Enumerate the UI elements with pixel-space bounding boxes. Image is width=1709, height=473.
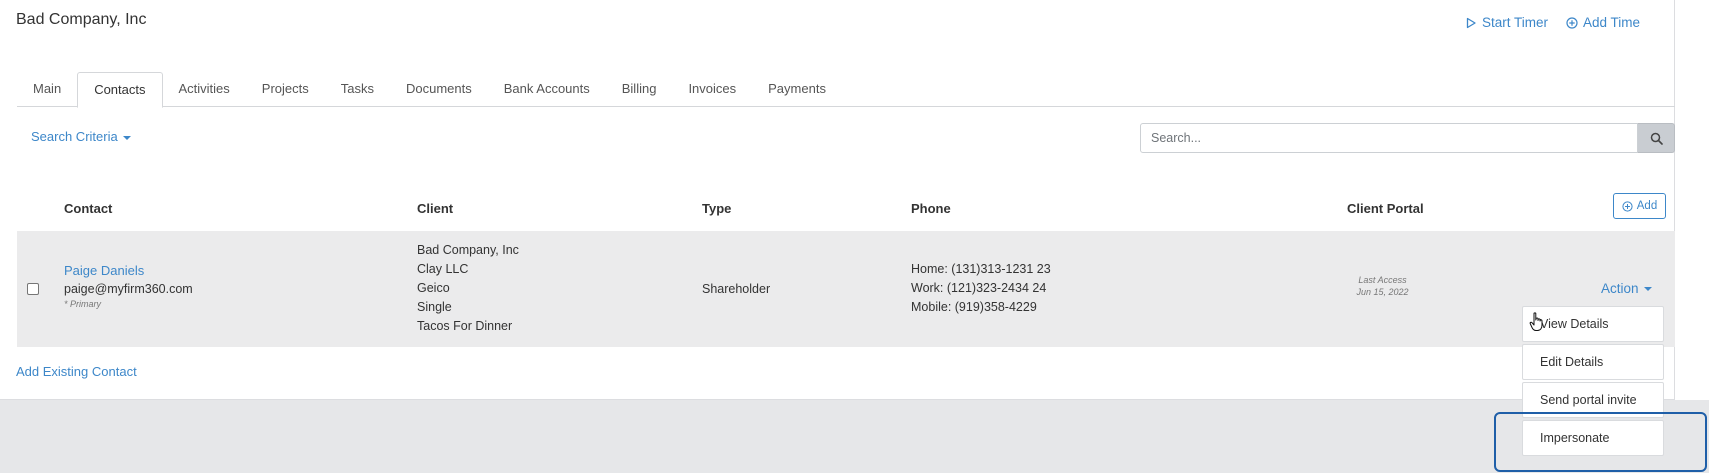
action-dropdown[interactable]: Action bbox=[1601, 281, 1652, 296]
tab-activities[interactable]: Activities bbox=[163, 72, 246, 107]
last-access-label: Last Access bbox=[1358, 275, 1407, 285]
start-timer-link[interactable]: Start Timer bbox=[1465, 15, 1548, 30]
tab-documents[interactable]: Documents bbox=[390, 72, 488, 107]
tab-payments[interactable]: Payments bbox=[752, 72, 842, 107]
search-criteria-dropdown[interactable]: Search Criteria bbox=[31, 129, 131, 144]
menu-item-edit-details[interactable]: Edit Details bbox=[1522, 344, 1664, 380]
footer-band bbox=[0, 400, 1709, 473]
plus-circle-icon bbox=[1622, 200, 1633, 212]
tab-contacts[interactable]: Contacts bbox=[77, 72, 163, 108]
row-select-checkbox[interactable] bbox=[27, 283, 39, 295]
phone-mobile: Mobile: (919)358-4229 bbox=[911, 300, 1037, 314]
search-icon bbox=[1650, 132, 1663, 145]
tab-projects[interactable]: Projects bbox=[246, 72, 325, 107]
client-cell: Bad Company, Inc Clay LLC Geico Single T… bbox=[417, 241, 519, 336]
page-title: Bad Company, Inc bbox=[16, 11, 147, 28]
column-header-client-portal: Client Portal bbox=[1347, 201, 1424, 216]
column-header-phone: Phone bbox=[911, 201, 951, 216]
add-time-link[interactable]: Add Time bbox=[1566, 15, 1640, 30]
column-header-contact: Contact bbox=[64, 201, 113, 216]
add-existing-contact-link[interactable]: Add Existing Contact bbox=[16, 364, 137, 379]
tab-tasks[interactable]: Tasks bbox=[325, 72, 390, 107]
client-name: Geico bbox=[417, 281, 450, 295]
client-name: Bad Company, Inc bbox=[417, 243, 519, 257]
tab-bar: Main Contacts Activities Projects Tasks … bbox=[17, 72, 1675, 108]
client-portal-cell: Last Access Jun 15, 2022 bbox=[1340, 275, 1425, 297]
client-name: Tacos For Dinner bbox=[417, 319, 513, 333]
plus-circle-icon bbox=[1566, 16, 1578, 29]
tab-invoices[interactable]: Invoices bbox=[672, 72, 752, 107]
action-label: Action bbox=[1601, 281, 1639, 296]
phone-work: Work: (121)323-2434 24 bbox=[911, 281, 1047, 295]
search-criteria-label: Search Criteria bbox=[31, 129, 118, 144]
client-name: Clay LLC bbox=[417, 262, 469, 276]
caret-down-icon bbox=[122, 135, 131, 140]
contact-email: paige@myfirm360.com bbox=[64, 282, 193, 296]
primary-badge: * Primary bbox=[64, 299, 102, 309]
phone-home: Home: (131)313-1231 23 bbox=[911, 262, 1051, 276]
last-access-date: Jun 15, 2022 bbox=[1356, 287, 1409, 297]
client-name: Single bbox=[417, 300, 452, 314]
hand-cursor-icon bbox=[1529, 312, 1543, 331]
contact-cell: Paige Daniels paige@myfirm360.com * Prim… bbox=[64, 263, 193, 309]
top-actions: Start Timer Add Time bbox=[1465, 15, 1640, 30]
phone-cell: Home: (131)313-1231 23 Work: (121)323-24… bbox=[911, 260, 1051, 317]
add-contact-label: Add bbox=[1636, 200, 1658, 212]
contact-type: Shareholder bbox=[702, 282, 771, 296]
contacts-panel: Bad Company, Inc Start Timer Add Time Ma… bbox=[0, 0, 1675, 400]
add-contact-button[interactable]: Add bbox=[1613, 193, 1666, 219]
start-timer-label: Start Timer bbox=[1481, 15, 1548, 30]
column-header-type: Type bbox=[702, 201, 732, 216]
contact-name-link[interactable]: Paige Daniels bbox=[64, 263, 193, 278]
search-bar bbox=[1140, 123, 1675, 153]
search-input[interactable] bbox=[1140, 123, 1638, 153]
play-icon bbox=[1466, 17, 1476, 28]
impersonate-highlight bbox=[1494, 412, 1707, 472]
column-header-client: Client bbox=[417, 201, 454, 216]
table-row bbox=[17, 231, 1675, 347]
tab-main[interactable]: Main bbox=[17, 72, 77, 107]
search-button[interactable] bbox=[1638, 123, 1675, 153]
tab-billing[interactable]: Billing bbox=[606, 72, 673, 107]
tab-bank-accounts[interactable]: Bank Accounts bbox=[488, 72, 606, 107]
caret-down-icon bbox=[1643, 287, 1652, 292]
add-time-label: Add Time bbox=[1582, 15, 1640, 30]
